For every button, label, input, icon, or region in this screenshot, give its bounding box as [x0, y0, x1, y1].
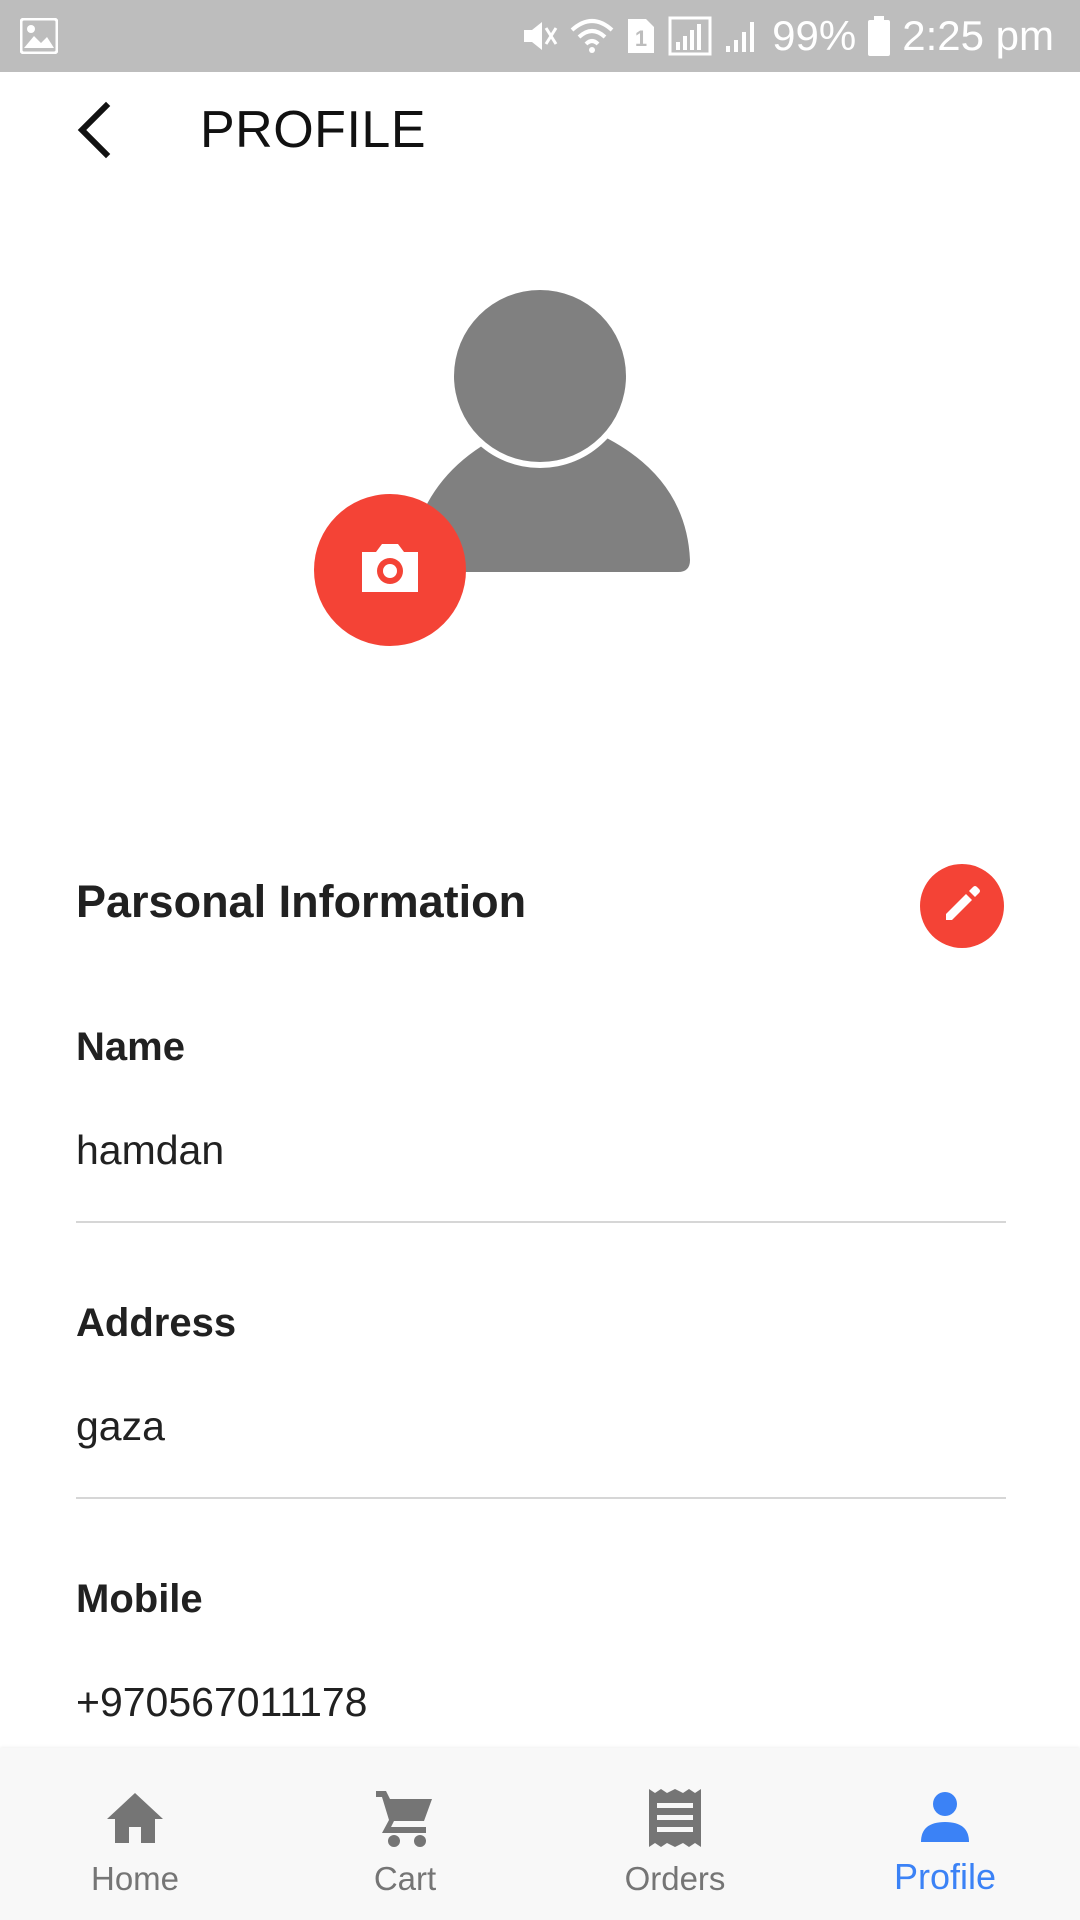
person-icon [913, 1786, 977, 1850]
nav-item-home[interactable]: Home [0, 1748, 270, 1920]
edit-info-button[interactable] [920, 864, 1004, 948]
name-field: Name hamdan [76, 1025, 1006, 1225]
back-arrow-icon [72, 100, 120, 165]
back-button[interactable] [60, 96, 132, 168]
bottom-navigation: Home Cart Orders Profile [0, 1748, 1080, 1920]
battery-level: 99% [772, 12, 857, 59]
status-time: 2:25 pm [902, 12, 1054, 59]
battery-icon [868, 16, 891, 56]
signal-icon [668, 16, 712, 56]
nav-label: Orders [624, 1860, 726, 1897]
nav-label: Profile [893, 1856, 997, 1897]
wifi-icon [570, 16, 614, 56]
divider [76, 1497, 1006, 1499]
mute-icon [518, 16, 558, 56]
page-title: PROFILE [200, 101, 426, 159]
address-field: Address gaza [76, 1301, 1006, 1501]
nav-item-profile[interactable]: Profile [810, 1748, 1080, 1920]
sim-icon: 1 [626, 17, 656, 55]
camera-icon [358, 540, 422, 601]
field-value: gaza [76, 1403, 165, 1449]
section-title: Parsonal Information [76, 876, 527, 927]
nav-item-orders[interactable]: Orders [540, 1748, 810, 1920]
field-label: Address [76, 1301, 237, 1345]
change-photo-button[interactable] [314, 494, 466, 646]
nav-item-cart[interactable]: Cart [270, 1748, 540, 1920]
mobile-field: Mobile +970567011178 [76, 1577, 1006, 1727]
home-icon [103, 1786, 167, 1850]
divider [76, 1221, 1006, 1223]
nav-label: Home [90, 1860, 180, 1897]
field-value: hamdan [76, 1127, 225, 1173]
signal-icon [724, 16, 760, 56]
status-bar: 1 99% 2:25 pm [0, 0, 1080, 72]
receipt-icon [643, 1786, 707, 1850]
gallery-icon [20, 18, 58, 54]
pencil-icon [942, 884, 982, 929]
field-label: Mobile [76, 1577, 203, 1621]
cart-icon [373, 1786, 437, 1850]
field-value: +970567011178 [76, 1679, 368, 1725]
app-bar: PROFILE [0, 72, 1080, 192]
svg-text:1: 1 [635, 26, 647, 51]
field-label: Name [76, 1025, 185, 1069]
nav-label: Cart [373, 1860, 437, 1897]
